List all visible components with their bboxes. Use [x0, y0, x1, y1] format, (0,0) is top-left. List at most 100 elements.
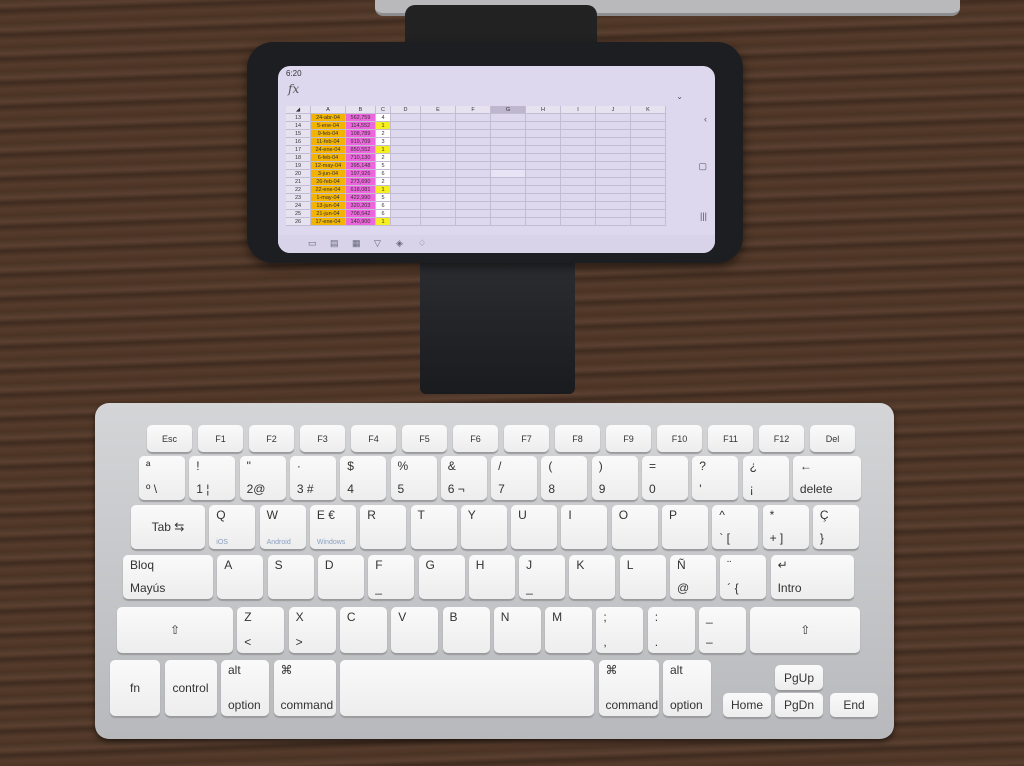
cell-date[interactable]: 24-ene-04: [311, 146, 346, 154]
cell[interactable]: [596, 154, 631, 162]
cell[interactable]: [631, 178, 666, 186]
key-control[interactable]: control: [164, 660, 217, 716]
cell[interactable]: [596, 178, 631, 186]
cell[interactable]: [456, 202, 491, 210]
row-header[interactable]: 23: [286, 194, 311, 202]
cell[interactable]: [456, 114, 491, 122]
column-header[interactable]: J: [596, 106, 631, 114]
cell[interactable]: [421, 210, 456, 218]
column-header[interactable]: K: [631, 106, 666, 114]
cell-date[interactable]: 6-feb-04: [311, 154, 346, 162]
formula-icon[interactable]: fx: [288, 82, 299, 96]
key-n[interactable]: N: [493, 607, 541, 653]
row-header[interactable]: 25: [286, 210, 311, 218]
cell[interactable]: [596, 114, 631, 122]
cell[interactable]: [391, 130, 421, 138]
key-d[interactable]: D: [317, 555, 364, 599]
key-3[interactable]: · 3 #: [289, 456, 336, 500]
key-symbol[interactable]: * + ]: [762, 505, 809, 549]
cell-amount[interactable]: 395,148: [346, 162, 376, 170]
column-header[interactable]: I: [561, 106, 596, 114]
key-ios[interactable]: QiOS: [209, 505, 256, 549]
cell-date[interactable]: 26-feb-04: [311, 178, 346, 186]
cell[interactable]: [421, 202, 456, 210]
key-del[interactable]: Del: [810, 425, 855, 452]
cell[interactable]: [526, 178, 561, 186]
key-fn[interactable]: fn: [110, 660, 160, 716]
column-header[interactable]: D: [391, 106, 421, 114]
key-intro[interactable]: ↵ Intro: [770, 555, 854, 599]
cell[interactable]: [491, 210, 526, 218]
cell[interactable]: [456, 186, 491, 194]
key-f6[interactable]: F6: [453, 425, 498, 452]
table-icon[interactable]: ▦: [352, 238, 361, 249]
key-pgup[interactable]: PgUp: [775, 665, 823, 690]
row-header[interactable]: 16: [286, 138, 311, 146]
cell[interactable]: [456, 122, 491, 130]
cell[interactable]: [491, 218, 526, 226]
cell[interactable]: [391, 162, 421, 170]
cell-group[interactable]: 2: [376, 154, 391, 162]
key-symbol[interactable]: ;,: [596, 607, 644, 653]
key-f2[interactable]: F2: [249, 425, 294, 452]
key-6[interactable]: & 6 ¬: [440, 456, 487, 500]
key-symbol[interactable]: ⇧: [117, 607, 233, 653]
key-android[interactable]: W Android: [259, 505, 306, 549]
cell[interactable]: [421, 178, 456, 186]
cell[interactable]: [491, 130, 526, 138]
cell-group[interactable]: 6: [376, 210, 391, 218]
cell[interactable]: [631, 218, 666, 226]
bulb-icon[interactable]: ♢: [418, 238, 426, 249]
key-5[interactable]: % 5: [390, 456, 437, 500]
cell[interactable]: [596, 218, 631, 226]
key-f7[interactable]: F7: [504, 425, 549, 452]
cell[interactable]: [596, 162, 631, 170]
cell[interactable]: [631, 130, 666, 138]
cell[interactable]: [631, 122, 666, 130]
row-header[interactable]: 21: [286, 178, 311, 186]
filter-icon[interactable]: ▽: [374, 238, 381, 249]
cell[interactable]: [596, 202, 631, 210]
key-h[interactable]: H: [468, 555, 515, 599]
cell[interactable]: [456, 210, 491, 218]
cell[interactable]: [596, 186, 631, 194]
key-esc[interactable]: Esc: [147, 425, 192, 452]
cell[interactable]: [631, 114, 666, 122]
key-f1[interactable]: F1: [198, 425, 243, 452]
cell-amount[interactable]: 108,789: [346, 130, 376, 138]
row-header[interactable]: 19: [286, 162, 311, 170]
cell[interactable]: [391, 146, 421, 154]
cell[interactable]: [526, 202, 561, 210]
cell[interactable]: [631, 194, 666, 202]
key-t[interactable]: T: [410, 505, 457, 549]
key-option[interactable]: alt option: [221, 660, 269, 716]
cell-amount[interactable]: 320,203: [346, 202, 376, 210]
cell[interactable]: [561, 130, 596, 138]
cell[interactable]: [421, 122, 456, 130]
key-9[interactable]: ) 9: [591, 456, 638, 500]
cell[interactable]: [631, 210, 666, 218]
key-b[interactable]: B: [442, 607, 490, 653]
recents-icon[interactable]: |||: [700, 211, 707, 221]
cell[interactable]: [631, 202, 666, 210]
cell-group[interactable]: 6: [376, 202, 391, 210]
key-g[interactable]: G: [418, 555, 465, 599]
key-f9[interactable]: F9: [606, 425, 651, 452]
cell-group[interactable]: 3: [376, 138, 391, 146]
column-header[interactable]: H: [526, 106, 561, 114]
key-m[interactable]: M: [545, 607, 593, 653]
key-f10[interactable]: F10: [657, 425, 702, 452]
row-header[interactable]: 14: [286, 122, 311, 130]
key-pgdn[interactable]: PgDn: [775, 693, 823, 717]
cell[interactable]: [391, 138, 421, 146]
key-symbol[interactable]: Ñ @: [670, 555, 716, 599]
row-header[interactable]: 17: [286, 146, 311, 154]
cell-date[interactable]: 1-may-04: [311, 194, 346, 202]
cell-date[interactable]: 13-jun-04: [311, 202, 346, 210]
key-may-s[interactable]: Bloq Mayús: [123, 555, 213, 599]
key-f3[interactable]: F3: [300, 425, 345, 452]
key-s[interactable]: S: [267, 555, 314, 599]
cell-date[interactable]: 12-may-04: [311, 162, 346, 170]
cell[interactable]: [561, 162, 596, 170]
cell-amount[interactable]: 273,690: [346, 178, 376, 186]
